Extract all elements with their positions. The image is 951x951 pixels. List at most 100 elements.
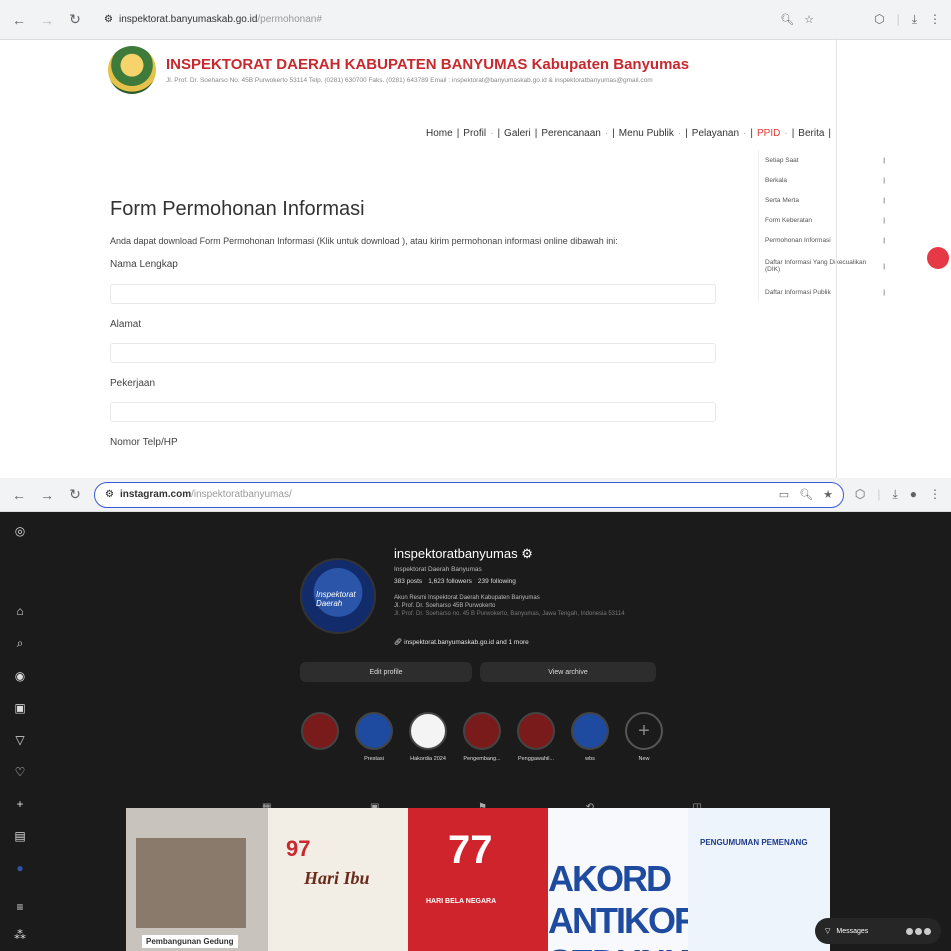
back-icon[interactable]: ← [10, 487, 28, 503]
label-nama: Nama Lengkap [110, 259, 178, 270]
bookmark-star-icon[interactable]: ☆ [804, 13, 814, 26]
view-archive-button[interactable]: View archive [480, 662, 656, 682]
followers-count[interactable]: 1,623 followers [428, 578, 472, 585]
profile-link[interactable]: 🔗︎ inspektorat.banyumaskab.go.id and 1 m… [394, 638, 529, 646]
zoom-icon[interactable]: 🔍︎ [799, 488, 813, 501]
send-icon: ▽ [825, 928, 831, 935]
search-icon[interactable]: ⌕ [17, 636, 24, 651]
link-icon: 🔗︎ [394, 639, 403, 646]
home-icon[interactable]: ⌂ [16, 604, 23, 618]
forward-icon[interactable]: → [38, 12, 56, 28]
menu-profil[interactable]: Profil [463, 128, 486, 139]
post-tile[interactable]: 97 Hari Ibu [268, 808, 408, 951]
browser-window-instagram: ← → ↻ ⚙ instagram.com/inspektoratbanyuma… [0, 478, 951, 951]
form-description: Anda dapat download Form Permohonan Info… [110, 236, 618, 246]
site-title[interactable]: INSPEKTORAT DAERAH KABUPATEN BANYUMAS Ka… [166, 56, 689, 73]
download-icon[interactable]: ⤓ [892, 487, 897, 502]
toolbar-divider: | [896, 12, 900, 26]
dashboard-icon[interactable]: ▤ [14, 829, 25, 843]
floating-red-button[interactable] [927, 247, 949, 269]
extensions-icon[interactable]: ⬡ [855, 487, 865, 502]
send-icon[interactable]: ▽ [15, 733, 24, 747]
main-menu: Home | Profil · | Galeri | Perencanaan · | Men… [426, 128, 832, 139]
profile-icon[interactable]: ● [910, 487, 917, 502]
instagram-page: ◎ ⌂ ⌕ ◉ ▣ ▽ ♡ + ▤ ● ≡ ⁂ Inspektorat Daer… [0, 512, 951, 951]
back-icon[interactable]: ← [10, 12, 28, 28]
highlight-item[interactable]: wbs [570, 712, 610, 762]
menu-kebab-icon[interactable]: ⋮ [929, 12, 941, 27]
menu-pelayanan[interactable]: Pelayanan [692, 128, 739, 139]
more-menu-icon[interactable]: ≡ [16, 900, 23, 914]
url-path: /permohonan# [257, 14, 322, 25]
address-bar[interactable]: ⚙ instagram.com/inspektoratbanyumas/ ▭ 🔍︎… [94, 481, 844, 508]
input-nama[interactable] [110, 284, 716, 304]
browser-window-inspektorat: ← → ↻ ⚙ inspektorat.banyumaskab.go.id/pe… [0, 0, 951, 478]
messages-avatars [906, 927, 931, 935]
profile-avatar-icon[interactable]: ● [16, 861, 23, 875]
site-settings-icon[interactable]: ⚙ [105, 489, 114, 500]
post-tile[interactable]: AKORD ANTIKORUPSI SEDUNIA [548, 808, 688, 951]
ig-sidebar: ◎ ⌂ ⌕ ◉ ▣ ▽ ♡ + ▤ ● ≡ ⁂ [0, 512, 40, 951]
site-settings-icon[interactable]: ⚙ [104, 14, 113, 25]
menu-kebab-icon[interactable]: ⋮ [929, 487, 941, 502]
dropdown-item[interactable]: Setiap Saat | [759, 150, 891, 170]
label-alamat: Alamat [110, 319, 142, 330]
profile-avatar[interactable]: Inspektorat Daerah [300, 558, 376, 634]
dropdown-item[interactable]: Daftar Informasi Yang Dikecualikan (DIK)… [759, 250, 891, 282]
menu-galeri[interactable]: Galeri [504, 128, 531, 139]
bookmark-star-icon[interactable]: ★ [823, 488, 833, 501]
dropdown-item[interactable]: Permohonan Informasi | [759, 230, 891, 250]
forward-icon[interactable]: → [38, 487, 56, 503]
profile-name: Inspektorat Daerah Banyumas [394, 566, 482, 573]
highlight-item[interactable] [300, 712, 340, 762]
form-title: Form Permohonan Informasi [110, 198, 365, 220]
url-domain: inspektorat.banyumaskab.go.id [118, 14, 258, 25]
label-pekerjaan: Pekerjaan [110, 378, 156, 389]
download-icon[interactable]: ⤓ [912, 12, 917, 27]
menu-berita[interactable]: Berita [798, 128, 824, 139]
threads-icon[interactable]: ⁂ [14, 928, 26, 942]
heart-icon[interactable]: ♡ [15, 765, 26, 779]
dropdown-item[interactable]: Daftar Informasi Publik | [759, 282, 891, 302]
profile-stats: 383 posts 1,623 followers 239 following [394, 578, 516, 585]
reels-icon[interactable]: ▣ [14, 701, 25, 715]
explore-icon[interactable]: ◉ [15, 669, 25, 683]
site-logo[interactable] [108, 46, 156, 94]
post-tile[interactable]: Pembangunan Gedung [126, 808, 268, 951]
dropdown-item[interactable]: Form Keberatan | [759, 210, 891, 230]
highlight-item[interactable]: Penggawahil... [516, 712, 556, 762]
address-bar[interactable]: ⚙ inspektorat.banyumaskab.go.id/permohon… [94, 6, 824, 33]
divider-line [836, 38, 837, 478]
dropdown-item[interactable]: Berkala | [759, 170, 891, 190]
highlight-item[interactable]: Pengembang... [462, 712, 502, 762]
menu-menu-publik[interactable]: Menu Publik [619, 128, 674, 139]
posts-grid: Pembangunan Gedung 97 Hari Ibu 77 HARI B… [126, 808, 830, 951]
edit-profile-button[interactable]: Edit profile [300, 662, 472, 682]
menu-perencanaan[interactable]: Perencanaan [541, 128, 601, 139]
settings-icon[interactable]: ⚙ [521, 546, 533, 561]
input-alamat[interactable] [110, 343, 716, 363]
highlight-new[interactable]: + New [624, 712, 664, 762]
messages-bar[interactable]: ▽ Messages [815, 918, 941, 944]
following-count[interactable]: 239 following [478, 578, 516, 585]
cast-icon[interactable]: ▭ [779, 488, 789, 501]
menu-home[interactable]: Home [426, 128, 453, 139]
create-icon[interactable]: + [16, 797, 23, 811]
instagram-logo-icon[interactable]: ◎ [15, 524, 25, 538]
extensions-icon[interactable]: ⬡ [874, 12, 884, 27]
zoom-icon[interactable]: 🔍︎ [780, 13, 794, 26]
input-pekerjaan[interactable] [110, 402, 716, 422]
avatar-text: Inspektorat Daerah [316, 590, 356, 608]
highlight-item[interactable]: Hakordia 2024 [408, 712, 448, 762]
ppid-dropdown: Setiap Saat | Berkala | Serta Merta | Form … [758, 150, 891, 302]
highlight-item[interactable]: Prestasi [354, 712, 394, 762]
reload-icon[interactable]: ↻ [66, 486, 84, 503]
dropdown-item[interactable]: Serta Merta | [759, 190, 891, 210]
post-tile[interactable]: PENGUMUMAN PEMENANG [688, 808, 830, 951]
url-path: /inspektoratbanyumas/ [191, 489, 292, 500]
post-tile[interactable]: 77 HARI BELA NEGARA [408, 808, 548, 951]
toolbar-divider: | [877, 487, 881, 501]
menu-ppid[interactable]: PPID [757, 128, 780, 139]
url-domain: instagram.com [119, 489, 192, 500]
reload-icon[interactable]: ↻ [66, 11, 84, 28]
